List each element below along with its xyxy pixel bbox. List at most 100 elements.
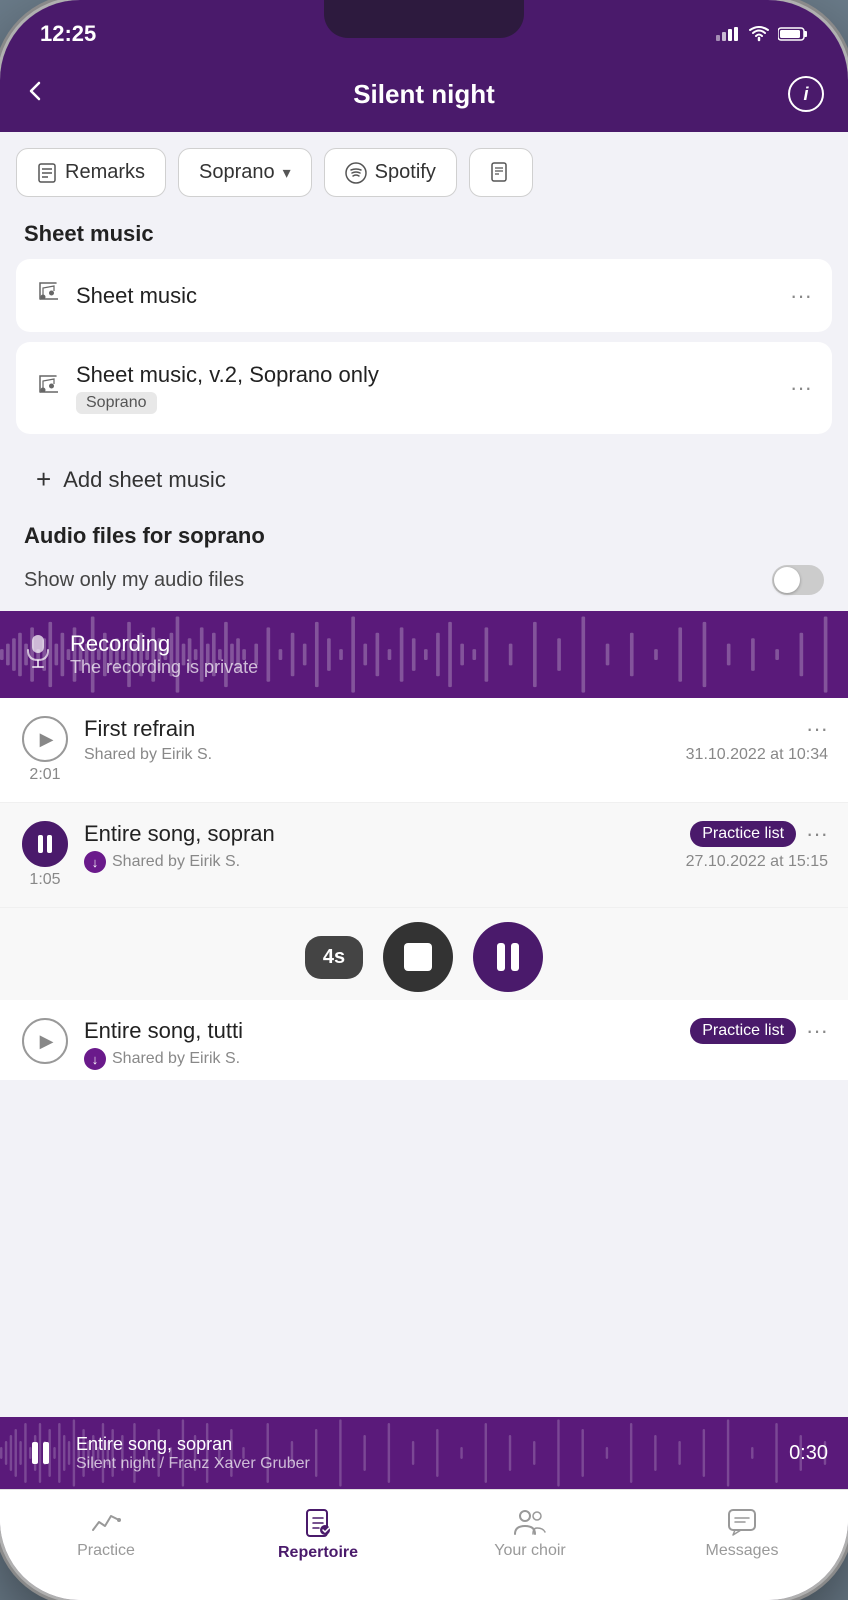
- nav-messages[interactable]: Messages: [636, 1500, 848, 1570]
- bottom-player[interactable]: Entire song, sopran Silent night / Franz…: [0, 1417, 848, 1489]
- audio-item-3-shared-row: ↓ Shared by Eirik S.: [84, 1048, 240, 1070]
- audio-item-2-more[interactable]: ···: [806, 821, 828, 847]
- signal-icon: [716, 27, 740, 41]
- play-button-1[interactable]: ▶: [22, 716, 68, 762]
- tab-soprano-label: Soprano: [199, 161, 275, 184]
- recording-banner[interactable]: Recording The recording is private: [0, 611, 848, 698]
- nav-practice-label: Practice: [77, 1542, 135, 1560]
- add-sheet-label: Add sheet music: [63, 467, 226, 493]
- audio-item-3-meta: ↓ Shared by Eirik S.: [84, 1048, 828, 1070]
- page-title: Silent night: [64, 79, 784, 110]
- download-icon-3: ↓: [84, 1048, 106, 1070]
- audio-play-col-1: ▶ 2:01: [20, 716, 70, 784]
- spotify-icon: [345, 162, 367, 184]
- pause-button-2[interactable]: [22, 821, 68, 867]
- audio-item-1[interactable]: ▶ 2:01 First refrain ··· Shared by Eirik…: [0, 698, 848, 803]
- audio-toggle-switch[interactable]: [772, 565, 824, 595]
- audio-item-3-top: Entire song, tutti Practice list ···: [84, 1018, 828, 1044]
- audio-item-2-shared: Shared by Eirik S.: [112, 853, 240, 871]
- tab-soprano[interactable]: Soprano ▾: [178, 148, 312, 197]
- info-button[interactable]: i: [784, 76, 824, 112]
- audio-section-title: Audio files for soprano: [24, 523, 824, 549]
- audio-item-1-content: First refrain ··· Shared by Eirik S. 31.…: [84, 716, 828, 764]
- tab-remarks-label: Remarks: [65, 161, 145, 184]
- sheet-item-2-tag: Soprano: [76, 392, 157, 414]
- stop-button[interactable]: [383, 922, 453, 992]
- audio-item-3-content: Entire song, tutti Practice list ··· ↓ S…: [84, 1018, 828, 1070]
- audio-item-1-shared: Shared by Eirik S.: [84, 746, 212, 764]
- sheet-list: Sheet music ···: [0, 259, 848, 515]
- nav-messages-label: Messages: [706, 1542, 779, 1560]
- choir-icon: [513, 1508, 547, 1536]
- sheet-item-1-more[interactable]: ···: [790, 283, 812, 309]
- header: Silent night i: [0, 60, 848, 132]
- pause-icon: [497, 943, 519, 971]
- audio-item-3[interactable]: ▶ Entire song, tutti Practice list ···: [0, 1000, 848, 1080]
- tab-sheet[interactable]: [469, 148, 533, 197]
- main-content: Sheet music Sheet music: [0, 197, 848, 1417]
- recording-subtitle: The recording is private: [70, 657, 258, 678]
- bottom-player-subtitle: Silent night / Franz Xaver Gruber: [76, 1455, 773, 1473]
- soprano-dropdown-arrow: ▾: [283, 163, 291, 183]
- practice-icon: [91, 1508, 121, 1536]
- play-triangle-3: ▶: [40, 1031, 54, 1052]
- back-button[interactable]: [24, 78, 64, 110]
- sheet-item-1-title: Sheet music: [76, 283, 776, 309]
- practice-badge-2: Practice list: [690, 821, 796, 847]
- add-plus-icon: +: [36, 464, 51, 495]
- pause-button-controls[interactable]: [473, 922, 543, 992]
- audio-item-3-shared: Shared by Eirik S.: [112, 1050, 240, 1068]
- bottom-pause-button[interactable]: [20, 1433, 60, 1473]
- remarks-icon: [37, 163, 57, 183]
- add-sheet-button[interactable]: + Add sheet music: [16, 444, 832, 515]
- bottom-player-time: 0:30: [789, 1442, 828, 1465]
- recording-text: Recording The recording is private: [70, 631, 258, 678]
- audio-item-2-shared-row: ↓ Shared by Eirik S.: [84, 851, 240, 873]
- sheet-item-1[interactable]: Sheet music ···: [16, 259, 832, 332]
- nav-practice[interactable]: Practice: [0, 1500, 212, 1570]
- audio-item-3-more[interactable]: ···: [806, 1018, 828, 1044]
- sheet-item-2-more[interactable]: ···: [790, 375, 812, 401]
- audio-item-1-date: 31.10.2022 at 10:34: [686, 746, 828, 764]
- sheet-item-1-content: Sheet music: [76, 283, 776, 309]
- bottom-player-info: Entire song, sopran Silent night / Franz…: [76, 1434, 773, 1473]
- sheet-music-icon-1: [36, 279, 62, 312]
- audio-item-2-meta: ↓ Shared by Eirik S. 27.10.2022 at 15:15: [84, 851, 828, 873]
- tab-spotify-label: Spotify: [375, 161, 436, 184]
- nav-choir[interactable]: Your choir: [424, 1500, 636, 1570]
- sheet-item-2-title: Sheet music, v.2, Soprano only: [76, 362, 776, 388]
- audio-item-3-title: Entire song, tutti: [84, 1018, 243, 1044]
- info-icon: i: [788, 76, 824, 112]
- audio-item-2-title: Entire song, sopran: [84, 821, 275, 847]
- audio-play-col-3: ▶: [20, 1018, 70, 1064]
- audio-list: ▶ 2:01 First refrain ··· Shared by Eirik…: [0, 698, 848, 1080]
- play-button-3[interactable]: ▶: [22, 1018, 68, 1064]
- bottom-nav: Practice Repertoire Your choir: [0, 1489, 848, 1600]
- playback-controls: 4s: [0, 908, 848, 1000]
- repertoire-icon: [303, 1508, 333, 1538]
- status-icons: [716, 26, 808, 42]
- audio-item-1-title: First refrain: [84, 716, 195, 742]
- nav-repertoire[interactable]: Repertoire: [212, 1500, 424, 1570]
- download-icon-2: ↓: [84, 851, 106, 873]
- audio-item-2-content: Entire song, sopran Practice list ··· ↓ …: [84, 821, 828, 873]
- messages-icon: [727, 1508, 757, 1536]
- nav-repertoire-label: Repertoire: [278, 1544, 358, 1562]
- audio-item-1-more[interactable]: ···: [806, 716, 828, 742]
- audio-item-1-meta: Shared by Eirik S. 31.10.2022 at 10:34: [84, 746, 828, 764]
- skip-back-button[interactable]: 4s: [305, 936, 363, 979]
- audio-toggle-label: Show only my audio files: [24, 569, 244, 592]
- audio-duration-1: 2:01: [29, 766, 60, 784]
- status-time: 12:25: [40, 21, 96, 47]
- tab-spotify[interactable]: Spotify: [324, 148, 457, 197]
- nav-choir-label: Your choir: [494, 1542, 565, 1560]
- sheet-tab-icon: [490, 162, 512, 184]
- audio-item-2[interactable]: 1:05 Entire song, sopran Practice list ·…: [0, 803, 848, 908]
- sheet-item-2[interactable]: Sheet music, v.2, Soprano only Soprano ·…: [16, 342, 832, 434]
- stop-icon: [404, 943, 432, 971]
- bottom-pause-icon: [32, 1442, 49, 1464]
- audio-section: Audio files for soprano Show only my aud…: [0, 515, 848, 611]
- tab-remarks[interactable]: Remarks: [16, 148, 166, 197]
- mic-icon: [24, 634, 52, 675]
- bottom-player-title: Entire song, sopran: [76, 1434, 773, 1455]
